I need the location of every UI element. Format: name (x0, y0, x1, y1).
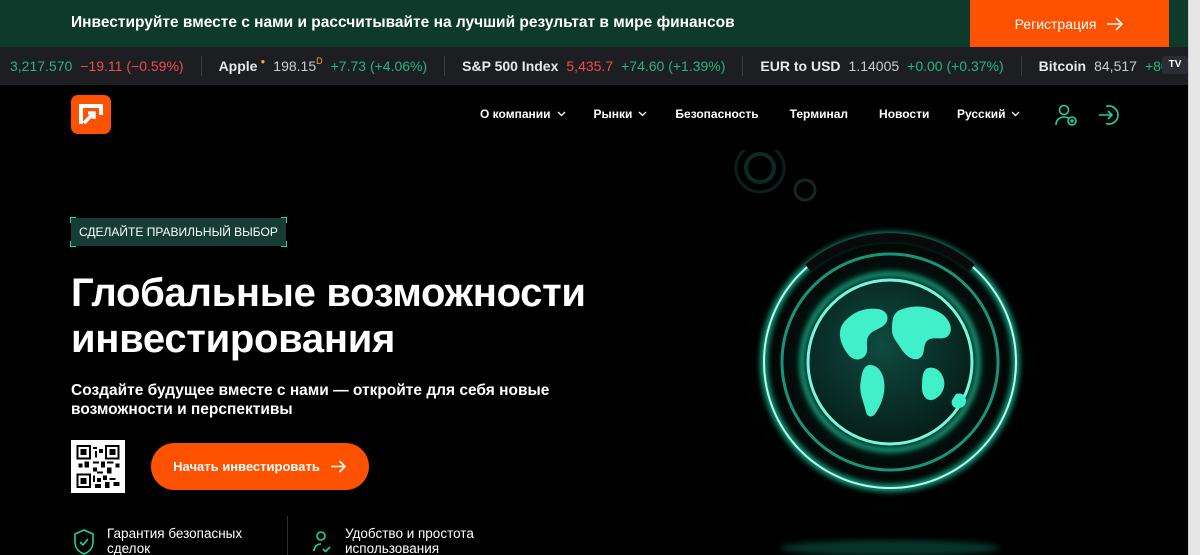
start-investing-button[interactable]: Начать инвестировать (151, 443, 369, 490)
arrow-right-icon (330, 460, 346, 473)
ticker-tape[interactable]: 3,217.570 −19.11 (−0.59%) Apple ● 198.15… (0, 47, 1188, 85)
nav-item-label: Рынки (593, 107, 633, 121)
chevron-down-icon (638, 111, 647, 117)
feature-ease-of-use: Удобство и простота использования (311, 526, 474, 555)
ticker-change: −19.11 (−0.59%) (80, 58, 184, 74)
hero-subtitle: Создайте будущее вместе с нами — откройт… (71, 381, 591, 419)
hero-title-line: инвестирования (71, 317, 396, 361)
promo-bar: Инвестируйте вместе с нами и рассчитывай… (0, 0, 1188, 47)
ticker-market-dot: ● (260, 56, 266, 66)
feature-divider (287, 516, 288, 555)
ticker-price: 1.14005 (848, 58, 900, 74)
promo-text: Инвестируйте вместе с нами и рассчитывай… (71, 14, 735, 31)
qr-code-icon (76, 445, 120, 488)
hero-badge-label: СДЕЛАЙТЕ ПРАВИЛЬНЫЙ ВЫБОР (79, 225, 278, 239)
ticker-item[interactable]: Apple ● 198.15 D +7.73 (+4.06%) (202, 56, 446, 76)
ticker-price: 5,435.7 (566, 58, 614, 74)
register-button-label: Регистрация (1014, 15, 1097, 32)
feature-secure-deals: Гарантия безопасных сделок (73, 526, 242, 555)
ticker-item[interactable]: S&P 500 Index 5,435.7 +74.60 (+1.39%) (445, 56, 744, 76)
ticker-price-mark: D (316, 56, 323, 66)
language-label: Русский (957, 107, 1006, 121)
user-check-icon (313, 531, 331, 553)
brand-logo[interactable] (71, 95, 111, 134)
ticker-price: 84,517 (1094, 58, 1137, 74)
nav-item-label: Терминал (789, 107, 849, 121)
shield-check-icon (74, 529, 94, 555)
ticker-price: 198.15 (273, 58, 317, 74)
ticker-name: Bitcoin (1038, 58, 1087, 74)
chevron-down-icon (1011, 111, 1019, 117)
main-nav: О компании Рынки Безопасность Терминал Н… (480, 107, 929, 121)
register-button[interactable]: Регистрация (970, 0, 1169, 47)
chevron-down-icon (557, 111, 565, 117)
start-investing-label: Начать инвестировать (173, 459, 320, 474)
login-icon[interactable] (1097, 103, 1121, 127)
ticker-change: +0.00 (+0.37%) (907, 58, 1004, 74)
qr-code (71, 440, 125, 493)
hero-subtitle-line: возможности и перспективы (71, 401, 293, 418)
hero-title: Глобальные возможности инвестирования (71, 270, 631, 362)
ticker-change: +74.60 (+1.39%) (621, 58, 726, 74)
globe-illustration (730, 150, 1050, 555)
feature-label: Гарантия безопасных (107, 526, 243, 541)
ticker-name: EUR to USD (760, 58, 841, 74)
scrollbar[interactable] (1188, 0, 1200, 555)
ticker-price: 3,217.570 (10, 58, 73, 74)
hero-badge: СДЕЛАЙТЕ ПРАВИЛЬНЫЙ ВЫБОР (70, 217, 287, 247)
hero-subtitle-line: Создайте будущее вместе с нами — откройт… (71, 382, 550, 399)
tradingview-logo[interactable]: TV (1162, 56, 1188, 74)
language-selector[interactable]: Русский (957, 107, 1020, 121)
nav-item-label: О компании (480, 107, 551, 121)
arrow-right-icon (1107, 16, 1124, 31)
ticker-name: S&P 500 Index (462, 58, 559, 74)
hero-title-line: Глобальные возможности (71, 271, 586, 315)
feature-label: сделок (107, 541, 151, 555)
register-user-icon[interactable] (1054, 103, 1078, 127)
nav-item-security[interactable]: Безопасность (675, 107, 758, 121)
nav-item-terminal[interactable]: Терминал (790, 107, 848, 121)
nav-item-label: Новости (879, 107, 930, 121)
logo-mark-icon (79, 104, 103, 125)
ticker-name: Apple (218, 58, 258, 74)
ticker-item[interactable]: EUR to USD 1.14005 +0.00 (+0.37%) (743, 56, 1022, 76)
nav-item-about[interactable]: О компании (480, 107, 566, 121)
ticker-change: +7.73 (+4.06%) (330, 58, 428, 74)
feature-label: Удобство и простота (345, 526, 474, 541)
ticker-item[interactable]: 3,217.570 −19.11 (−0.59%) (0, 56, 202, 76)
nav-item-markets[interactable]: Рынки (594, 107, 648, 121)
feature-label: использования (345, 541, 440, 555)
nav-item-label: Безопасность (675, 107, 759, 121)
nav-item-news[interactable]: Новости (879, 107, 929, 121)
